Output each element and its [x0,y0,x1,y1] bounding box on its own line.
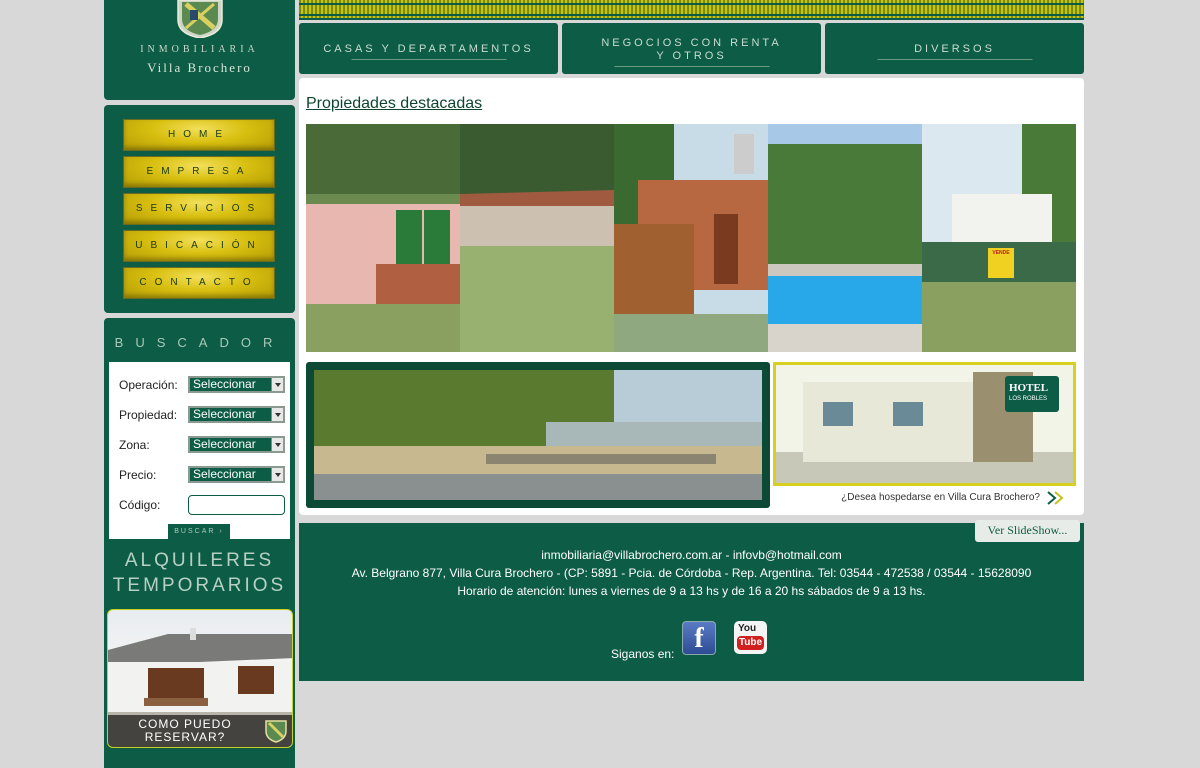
tab-casas-label: CASAS Y DEPARTAMENTOS [323,43,534,55]
tab-diversos[interactable]: DIVERSOS [825,23,1084,74]
operacion-select[interactable]: Seleccionar [188,376,285,393]
hotel-photo [773,362,1076,486]
chevron-down-icon [271,378,283,391]
hotel-sign: HOTEL [1009,382,1049,394]
caption-line2: RESERVAR? [144,730,226,744]
footer-emails[interactable]: inmobiliaria@villabrochero.com.ar - info… [299,548,1084,562]
property-photo-image [768,124,922,352]
river-banner[interactable] [306,362,770,508]
tab-negocios-label2: Y OTROS [656,50,727,62]
tab-underline [877,59,1032,60]
chevron-right-icon: › [219,528,224,535]
operacion-value: Seleccionar [193,377,256,391]
hotel-banner[interactable]: HOTEL LOS ROBLES ¿Desea hospedarse en Vi… [773,362,1076,508]
operacion-label: Operación: [119,378,178,392]
search-form: Operación: Seleccionar Propiedad: Selecc… [109,362,290,539]
crest-icon [265,720,287,743]
buscar-button[interactable]: BUSCAR › [168,524,230,539]
property-photo-image [614,124,768,352]
propiedad-value: Seleccionar [193,407,256,421]
tab-casas-departamentos[interactable]: CASAS Y DEPARTAMENTOS [299,23,558,74]
footer: inmobiliaria@villabrochero.com.ar - info… [299,523,1084,681]
decorative-border [299,0,1084,20]
property-photo-image [460,124,614,352]
double-chevron-right-icon [1047,491,1064,505]
logo-title: Villa Brochero [147,60,252,75]
tab-negocios-renta[interactable]: NEGOCIOS CON RENTA Y OTROS [562,23,821,74]
chevron-down-icon [271,468,283,481]
propiedad-label: Propiedad: [119,408,178,422]
footer-hours: Horario de atención: lunes a viernes de … [457,584,926,598]
property-photo-image [306,124,460,352]
codigo-input[interactable] [188,495,285,515]
hotel-question: ¿Desea hospedarse en Villa Cura Brochero… [841,492,1040,503]
river-photo [314,370,762,500]
property-photo-3[interactable] [614,124,768,352]
menu-servicios-button[interactable]: SERVICIOS [123,193,275,225]
property-photo-5[interactable]: VENDE [922,124,1076,352]
codigo-label: Código: [119,498,161,512]
menu-home-button[interactable]: HOME [123,119,275,151]
youtube-you: You [738,623,757,634]
tab-diversos-label: DIVERSOS [914,43,995,55]
chevron-down-icon [271,408,283,421]
tab-underline [614,66,769,67]
featured-title[interactable]: Propiedades destacadas [306,95,482,113]
tab-underline [351,59,506,60]
youtube-icon[interactable]: You Tube [734,621,767,654]
temporarios-title: TEMPORARIOS [112,575,287,596]
property-photo-4[interactable] [768,124,922,352]
zona-select[interactable]: Seleccionar [188,436,285,453]
main-menu: HOME EMPRESA SERVICIOS UBICACIÓN CONTACT… [104,105,295,313]
menu-contacto-button[interactable]: CONTACTO [123,267,275,299]
footer-address: Av. Belgrano 877, Villa Cura Brochero - … [351,566,1032,580]
tab-negocios-label: NEGOCIOS CON RENTA [601,37,782,49]
logo-subtitle: INMOBILIARIA [140,44,259,55]
buscar-label: BUSCAR [174,528,216,535]
slideshow-link[interactable]: Ver SlideShow... [975,520,1080,542]
youtube-tube: Tube [737,636,764,650]
alquileres-title: ALQUILERES [124,550,275,571]
follow-label: Siganos en: [611,647,675,661]
zona-value: Seleccionar [193,437,256,451]
logo[interactable]: INMOBILIARIA Villa Brochero [104,0,295,100]
property-photo-1[interactable] [306,124,460,352]
search-panel: BUSCADOR Operación: Seleccionar Propieda… [104,318,295,768]
zona-label: Zona: [119,438,150,452]
hotel-sign-sub: LOS ROBLES [1009,396,1048,402]
main-content: Propiedades destacadas VENDE HOTEL LOS R… [299,78,1084,515]
sale-sign-label: VENDE [992,250,1010,256]
property-photo-image [922,124,1076,352]
precio-label: Precio: [119,468,157,482]
propiedad-select[interactable]: Seleccionar [188,406,285,423]
chevron-down-icon [271,438,283,451]
crest-icon [177,0,223,38]
search-title: BUSCADOR [114,335,285,350]
menu-empresa-button[interactable]: EMPRESA [123,156,275,188]
property-photo-2[interactable] [460,124,614,352]
facebook-icon[interactable]: f [682,621,716,655]
precio-value: Seleccionar [193,467,256,481]
alquileres-reservar-banner[interactable]: COMO PUEDO RESERVAR? [107,609,293,748]
menu-ubicacion-button[interactable]: UBICACIÓN [123,230,275,262]
precio-select[interactable]: Seleccionar [188,466,285,483]
